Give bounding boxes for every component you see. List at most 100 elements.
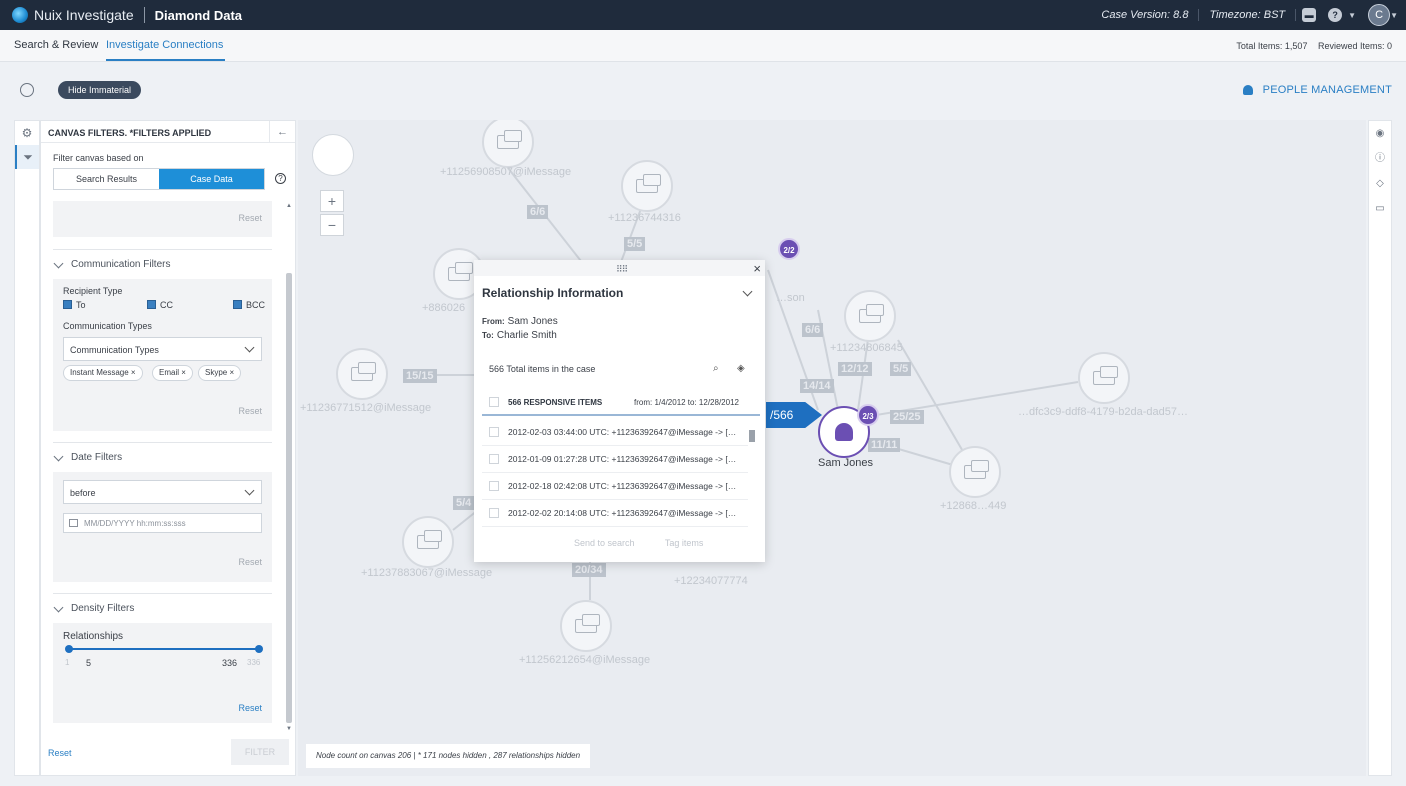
settings-gear-icon[interactable]: ⚙ <box>15 121 39 145</box>
graph-node[interactable] <box>844 290 896 342</box>
reviewed-items: Reviewed Items: 0 <box>1317 41 1392 51</box>
case-data-option[interactable]: Case Data <box>159 169 264 189</box>
scroll-down-icon[interactable]: ▼ <box>286 726 292 732</box>
item-text: 2012-01-09 01:27:28 UTC: +11236392647@iM… <box>508 454 737 464</box>
chevron-down-icon <box>53 602 64 612</box>
node-label: +11236771512@iMessage <box>300 402 432 414</box>
relationships-slider-track[interactable] <box>69 648 259 650</box>
zoom-out-button[interactable]: − <box>320 214 344 236</box>
message-icon <box>575 614 600 633</box>
edge-label: 14/14 <box>800 379 834 393</box>
graph-canvas[interactable]: + − +11256908507@iMessage +11236744316 +… <box>298 120 1366 776</box>
send-to-search-button[interactable]: Send to search <box>574 538 635 548</box>
info-icon[interactable]: ⓘ <box>1369 146 1391 171</box>
to-checkbox[interactable]: To <box>63 300 86 310</box>
row-checkbox[interactable] <box>489 454 499 464</box>
row-checkbox[interactable] <box>489 508 499 518</box>
item-text: 2012-02-18 02:42:08 UTC: +11236392647@iM… <box>508 481 737 491</box>
graph-node[interactable] <box>621 160 673 212</box>
reset-all-link[interactable]: Reset <box>48 748 72 758</box>
reset-link[interactable]: Reset <box>238 557 262 567</box>
row-checkbox[interactable] <box>489 427 499 437</box>
scrollbar-thumb[interactable] <box>286 273 292 723</box>
tab-search-review[interactable]: Search & Review <box>14 39 98 51</box>
chip-email[interactable]: Email × <box>152 365 193 381</box>
communication-types-select[interactable]: Communication Types <box>63 337 262 361</box>
chip-skype[interactable]: Skype × <box>198 365 242 381</box>
tag-icon[interactable]: ◇ <box>1369 171 1391 196</box>
graph-node[interactable] <box>336 348 388 400</box>
project-name: Diamond Data <box>154 7 243 23</box>
message-icon <box>1093 366 1118 385</box>
list-item[interactable]: 2012-02-02 20:14:08 UTC: +11236392647@iM… <box>482 500 748 527</box>
reset-link[interactable]: Reset <box>238 703 262 713</box>
scroll-up-icon[interactable]: ▲ <box>286 203 292 209</box>
case-version: Case Version: 8.8 <box>1091 9 1200 21</box>
collapse-arrow-icon[interactable]: ← <box>269 121 295 143</box>
chevron-down-icon[interactable]: ▼ <box>1390 11 1398 20</box>
reset-link[interactable]: Reset <box>238 213 262 223</box>
zoom-in-button[interactable]: + <box>320 190 344 212</box>
edge-label: 25/25 <box>890 410 924 424</box>
tab-investigate-connections[interactable]: Investigate Connections <box>106 39 223 51</box>
to-label: To: <box>482 331 494 340</box>
date-filters-header[interactable]: Date Filters <box>53 451 122 463</box>
cc-checkbox[interactable]: CC <box>147 300 173 310</box>
top-bar: Nuix Investigate Diamond Data Case Versi… <box>0 0 1406 30</box>
comment-icon[interactable]: ▭ <box>1369 196 1391 221</box>
tag-items-button[interactable]: Tag items <box>665 538 704 548</box>
communication-types-label: Communication Types <box>63 321 152 331</box>
message-icon <box>351 362 376 381</box>
list-item[interactable]: 2012-02-03 03:44:00 UTC: +11236392647@iM… <box>482 419 748 446</box>
slider-min-handle[interactable] <box>65 645 73 653</box>
list-item[interactable]: 2012-02-18 02:42:08 UTC: +11236392647@iM… <box>482 473 748 500</box>
drag-handle[interactable]: ⠿⠿ × <box>474 260 765 276</box>
people-management-label: PEOPLE MANAGEMENT <box>1262 84 1392 96</box>
slider-max-handle[interactable] <box>255 645 263 653</box>
graph-node[interactable] <box>560 600 612 652</box>
node-label: +11237883067@iMessage <box>361 567 493 579</box>
list-item[interactable]: 2012-01-09 01:27:28 UTC: +11236392647@iM… <box>482 446 748 473</box>
avatar[interactable]: C <box>1368 4 1391 26</box>
eye-icon[interactable]: ◉ <box>1369 121 1391 146</box>
date-mode-select[interactable]: before <box>63 480 262 504</box>
search-results-option[interactable]: Search Results <box>54 169 159 189</box>
chevron-down-icon <box>244 342 255 353</box>
people-management-link[interactable]: PEOPLE MANAGEMENT <box>1242 84 1392 96</box>
reset-link[interactable]: Reset <box>238 406 262 416</box>
date-mode-value: before <box>70 488 96 498</box>
canvas-filters-panel: CANVAS FILTERS. *FILTERS APPLIED ← Filte… <box>40 120 296 776</box>
filter-button[interactable]: FILTER <box>231 739 289 765</box>
graph-node[interactable] <box>402 516 454 568</box>
graph-node[interactable] <box>949 446 1001 498</box>
divider <box>53 593 272 594</box>
help-icon[interactable]: ? <box>1328 8 1343 22</box>
divider <box>53 442 272 443</box>
row-checkbox[interactable] <box>489 481 499 491</box>
communication-filters-header[interactable]: Communication Filters <box>53 258 170 270</box>
scrollbar-thumb[interactable] <box>749 430 755 442</box>
tag-icon[interactable]: ◈ <box>737 363 749 375</box>
filters-scroll-area[interactable]: Reset Communication Filters Recipient Ty… <box>41 201 285 731</box>
inbox-icon[interactable]: ▬ <box>1302 8 1317 22</box>
bcc-checkbox[interactable]: BCC <box>233 300 265 310</box>
search-icon[interactable]: ⌕ <box>713 363 725 375</box>
filter-icon[interactable]: ⏷ <box>15 145 39 169</box>
items-scrollbar[interactable] <box>748 420 756 526</box>
density-filters-header[interactable]: Density Filters <box>53 602 134 614</box>
close-icon[interactable]: × <box>753 261 761 276</box>
chevron-down-icon[interactable] <box>742 286 753 297</box>
pan-navigator[interactable] <box>312 134 354 176</box>
visibility-icon[interactable] <box>20 83 34 97</box>
communication-filters-box: Recipient Type To CC BCC Communication T… <box>53 279 272 431</box>
responsive-items-count: 566 RESPONSIVE ITEMS <box>508 398 603 407</box>
help-icon[interactable]: ? <box>275 173 286 184</box>
chip-instant-message[interactable]: Instant Message × <box>63 365 143 381</box>
date-input[interactable]: MM/DD/YYYY hh:mm:ss:sss <box>63 513 262 533</box>
hide-immaterial-button[interactable]: Hide Immaterial <box>58 81 142 99</box>
select-all-checkbox[interactable] <box>489 397 499 407</box>
chevron-down-icon <box>53 451 64 461</box>
chevron-down-icon[interactable]: ▼ <box>1348 11 1356 20</box>
graph-node[interactable] <box>1078 352 1130 404</box>
panel-scrollbar[interactable]: ▲ ▼ <box>285 203 293 735</box>
